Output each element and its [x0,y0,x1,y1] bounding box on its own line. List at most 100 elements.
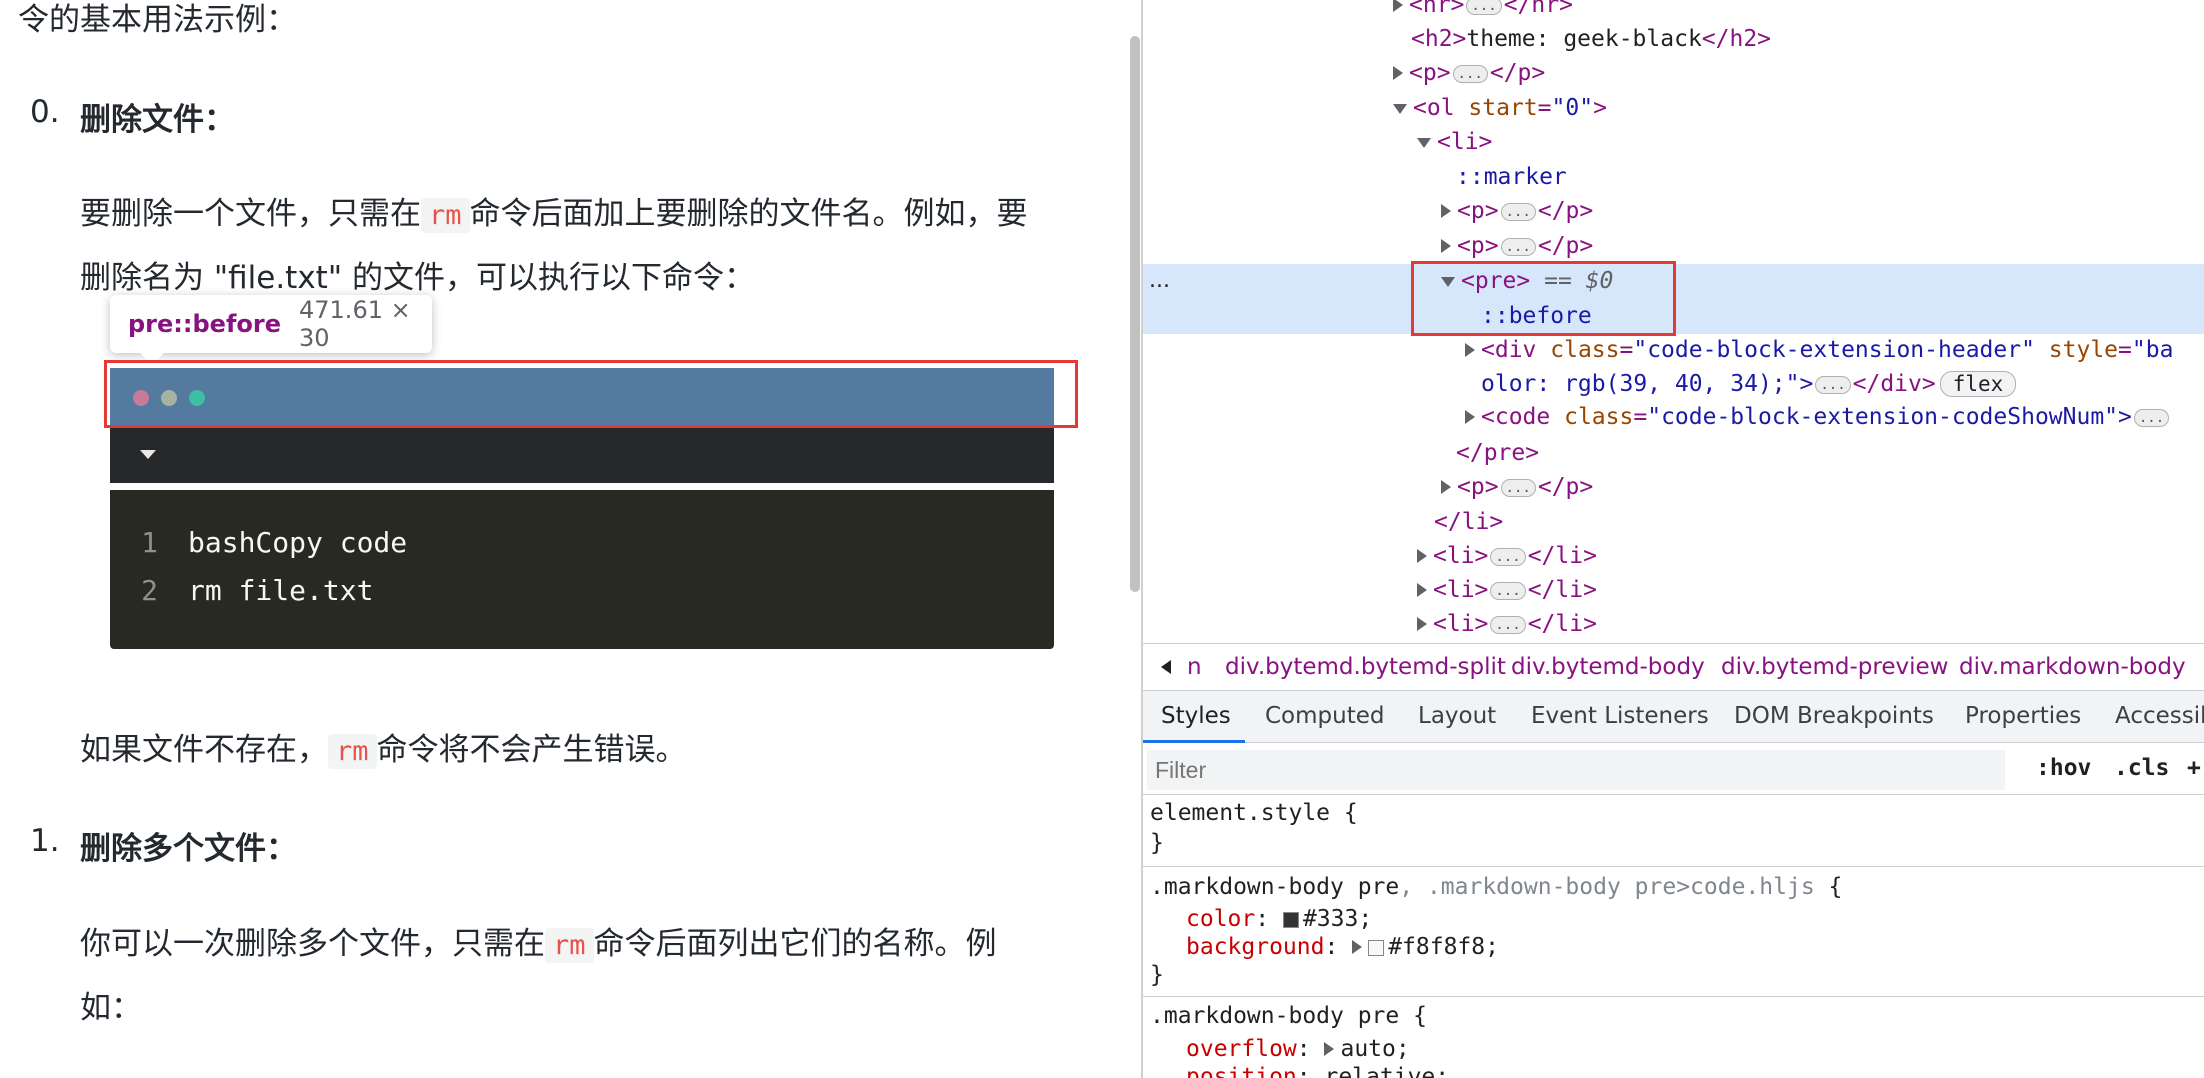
tag-close: </p> [1537,233,1594,259]
add-rule-button[interactable]: + [2187,755,2201,781]
tag-open: <div [1481,337,1537,363]
more-actions-icon[interactable]: ... [1149,268,1170,293]
tab-styles[interactable]: Styles [1161,703,1231,729]
tag-open: <p> [1457,233,1499,259]
css-rule-selector[interactable]: .markdown-body pre { [1150,1003,1427,1029]
paragraph-file-not-exist: 如果文件不存在， rm 命令将不会产生错误。 [80,724,687,769]
tab-dom-breakpoints[interactable]: DOM Breakpoints [1734,703,1934,729]
collapse-caret-icon[interactable] [140,450,156,459]
collapsed-ellipsis-icon[interactable]: ... [1815,375,1851,394]
tab-layout[interactable]: Layout [1418,703,1496,729]
dom-node-p[interactable]: <p>... </p> [1441,233,1593,259]
active-tab-indicator [1143,740,1245,743]
expand-arrow-icon[interactable] [1324,1042,1335,1056]
collapsed-ellipsis-icon[interactable]: ... [1452,64,1488,83]
expand-arrow-icon[interactable] [1417,583,1427,597]
breadcrumb-scroll-left-icon[interactable] [1161,660,1171,674]
preview-scrollbar[interactable] [1130,36,1140,592]
expand-arrow-icon[interactable] [1441,204,1451,218]
element-inspect-tooltip: pre::before 471.61 × 30 [110,295,432,365]
expand-arrow-icon[interactable] [1417,549,1427,563]
hover-state-toggle[interactable]: :hov [2036,755,2091,781]
dom-node-h2[interactable]: <h2>theme: geek-black</h2> [1411,26,1771,52]
dom-node-li[interactable]: <li>... </li> [1417,543,1597,569]
breadcrumb-item[interactable]: n [1187,654,1202,680]
dom-node-div-header[interactable]: <div class="code-block-extension-header"… [1465,337,2173,363]
tag-open: <li> [1437,129,1493,155]
dom-node-p[interactable]: <p>... </p> [1393,60,1545,86]
collapsed-ellipsis-icon[interactable]: ... [1500,202,1536,221]
tab-computed[interactable]: Computed [1265,703,1384,729]
tab-accessibility[interactable]: Accessib [2115,703,2204,729]
paragraph-delete-file-line1: 要删除一个文件，只需在 rm 命令后面加上要删除的文件名。例如，要 [80,188,1028,233]
dom-node-marker[interactable]: ::marker [1456,164,1567,190]
devtools-panel: ... <hr>... </hr> <h2>theme: geek-black</… [1143,0,2204,1078]
dom-node-hr[interactable]: <hr>... </hr> [1393,0,1573,18]
tab-event-listeners[interactable]: Event Listeners [1531,703,1709,729]
expand-arrow-icon[interactable] [1417,617,1427,631]
color-swatch-icon[interactable] [1282,911,1299,928]
dom-node-code[interactable]: <code class="code-block-extension-codeSh… [1465,404,2171,430]
breadcrumb-item[interactable]: div.bytemd.bytemd-split [1225,654,1506,680]
dom-node-pre-close[interactable]: </pre> [1456,440,1539,466]
breadcrumb-item[interactable]: div.bytemd-body [1511,654,1705,680]
collapsed-ellipsis-icon[interactable]: ... [1490,581,1526,600]
collapsed-ellipsis-icon[interactable]: ... [1500,237,1536,256]
expand-arrow-icon[interactable] [1465,343,1475,357]
expand-arrow-icon[interactable] [1465,410,1475,424]
dom-node-p[interactable]: <p>... </p> [1441,198,1593,224]
styles-filter-input[interactable] [1147,750,2005,790]
css-declaration[interactable]: position: relative; [1186,1064,1449,1078]
breadcrumb-item[interactable]: div.markdown-body [1959,654,2186,680]
tag-close: </p> [1537,198,1594,224]
color-swatch-icon[interactable] [1368,939,1385,956]
line-number: 1 [141,526,158,559]
brace: { [1814,874,1843,900]
css-rule-selector[interactable]: element.style { [1150,800,1358,826]
expand-arrow-icon[interactable] [1352,940,1363,954]
expand-arrow-icon[interactable] [1441,239,1451,253]
css-declaration[interactable]: background: #f8f8f8; [1186,934,1499,960]
dom-node-li[interactable]: <li>... </li> [1417,577,1597,603]
dom-node-li[interactable]: <li> [1417,129,1492,155]
css-declaration[interactable]: overflow: auto; [1186,1036,1410,1062]
property-value: relative; [1324,1064,1450,1078]
tag-open: <ol [1413,95,1455,121]
collapsed-ellipsis-icon[interactable]: ... [1500,478,1536,497]
css-declaration[interactable]: color: #333; [1186,906,1372,932]
tag-close: </pre> [1456,440,1540,466]
code-text: bashCopy code [188,526,408,559]
flex-badge[interactable]: flex [1939,371,2017,397]
text-node: theme: geek-black [1466,26,1702,52]
tag-close: </li> [1527,611,1597,637]
rule-divider [1143,866,2204,867]
breadcrumb-item[interactable]: div.bytemd-preview [1721,654,1948,680]
expand-arrow-icon[interactable] [1393,66,1403,80]
expand-arrow-icon[interactable] [1441,480,1451,494]
css-rule-selector[interactable]: .markdown-body pre, .markdown-body pre>c… [1150,874,1842,900]
collapsed-ellipsis-icon[interactable]: ... [1466,0,1502,15]
collapsed-ellipsis-icon[interactable]: ... [1490,615,1526,634]
dom-node-div-header-cont[interactable]: olor: rgb(39, 40, 34);">... </div> flex [1481,371,2017,397]
collapse-arrow-icon[interactable] [1393,103,1407,114]
code-line: 1 bashCopy code [110,526,407,559]
dom-node-p[interactable]: <p>... </p> [1441,474,1593,500]
collapsed-ellipsis-icon[interactable]: ... [1490,547,1526,566]
class-toggle[interactable]: .cls [2114,755,2169,781]
tag-close: </p> [1537,474,1594,500]
expand-arrow-icon[interactable] [1393,0,1403,12]
dom-node-ol[interactable]: <ol start="0"> [1393,95,1607,121]
attr-value: "code-block-extension-header" [1633,337,2035,363]
collapsed-ellipsis-icon[interactable]: ... [2133,408,2170,427]
intro-text: 令的基本用法示例： [18,2,297,38]
attr-name: start [1468,95,1538,121]
tag-open: <p> [1409,60,1451,86]
tag-close: </li> [1527,543,1597,569]
collapse-arrow-icon[interactable] [1417,137,1431,148]
dom-node-li-close[interactable]: </li> [1434,509,1503,535]
property-value: #333; [1302,906,1373,932]
tab-properties[interactable]: Properties [1965,703,2081,729]
dom-node-li[interactable]: <li>... </li> [1417,611,1597,637]
attr-name: class [1564,404,1634,430]
list-title-delete-multiple: 删除多个文件： [80,831,297,867]
